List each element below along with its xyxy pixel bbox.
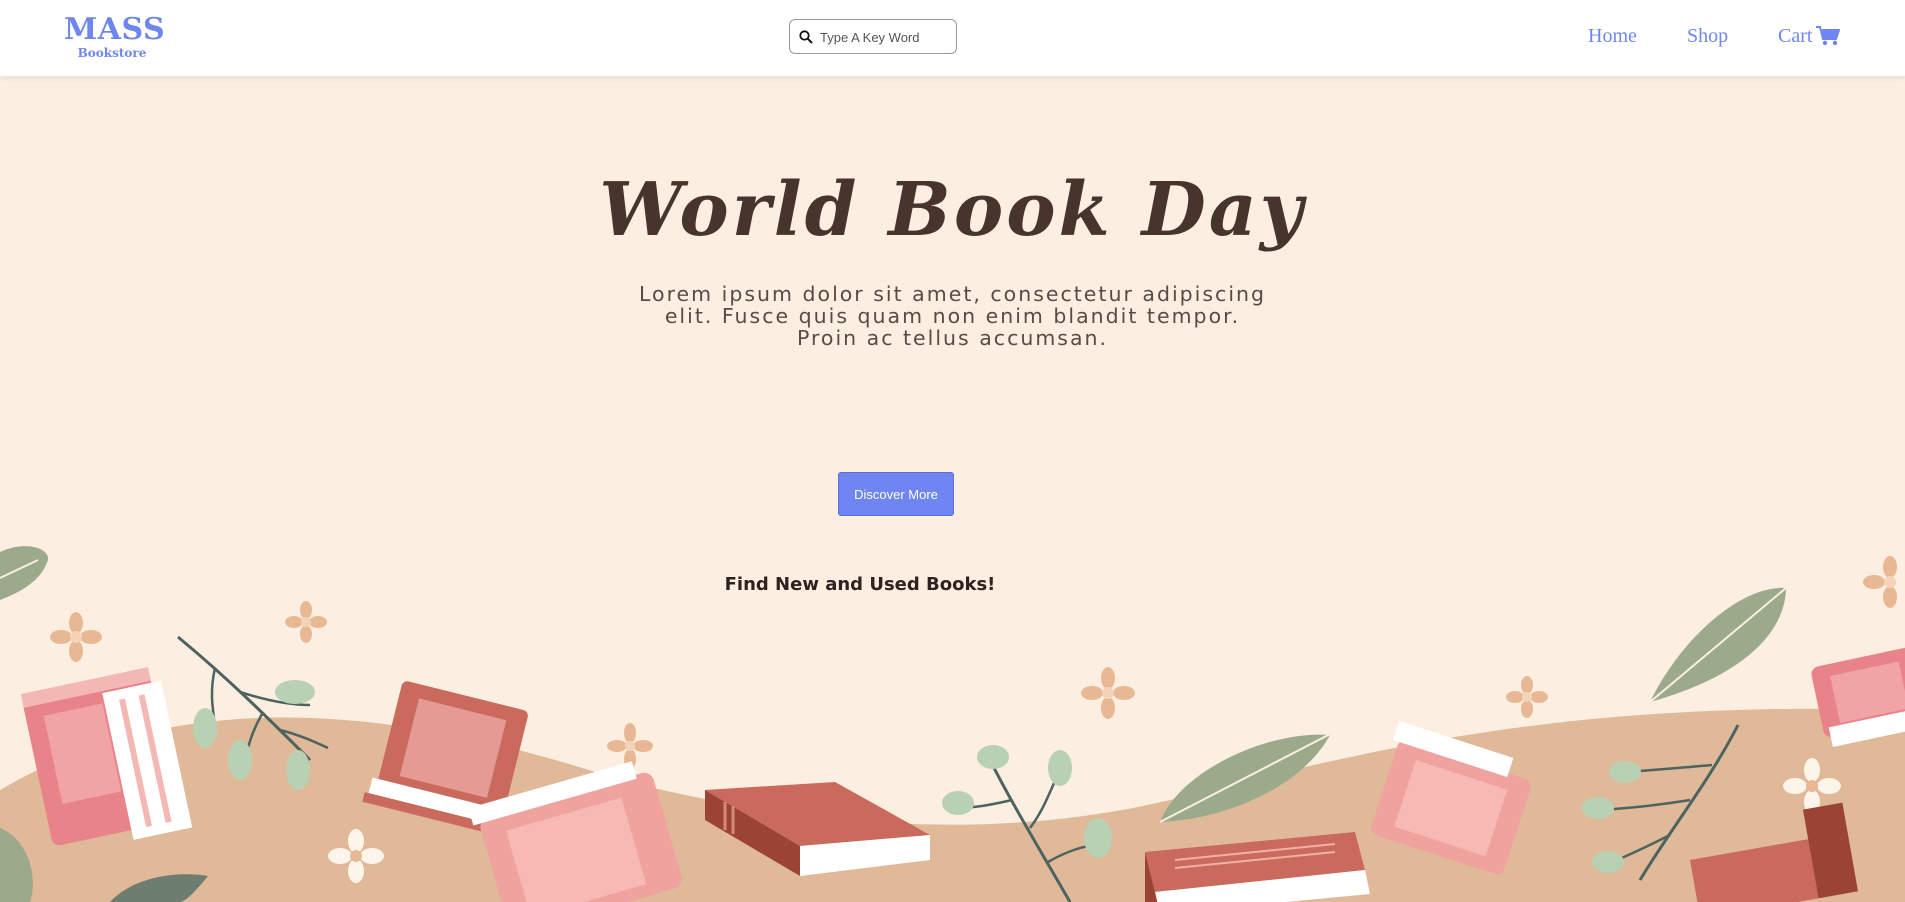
hero-title: World Book Day: [599, 167, 1306, 253]
discover-more-button[interactable]: Discover More: [838, 472, 954, 516]
logo[interactable]: MASS Bookstore: [64, 12, 166, 61]
search-icon[interactable]: [799, 30, 813, 44]
hero-text: Lorem ipsum dolor sit amet, consectetur …: [638, 282, 1267, 350]
nav-cart-link[interactable]: Cart: [1778, 25, 1812, 48]
search-input[interactable]: [820, 26, 950, 48]
nav-home-link[interactable]: Home: [1588, 25, 1637, 48]
hero-tagline: Find New and Used Books!: [724, 574, 996, 595]
search-box: [789, 19, 957, 54]
logo-main: MASS: [64, 12, 166, 47]
nav-shop-link[interactable]: Shop: [1687, 25, 1728, 48]
decorative-illustration: [0, 546, 1905, 902]
cart-icon[interactable]: [1816, 25, 1840, 47]
navbar: MASS Bookstore Home Shop Cart: [0, 0, 1905, 76]
logo-sub: Bookstore: [77, 46, 147, 60]
